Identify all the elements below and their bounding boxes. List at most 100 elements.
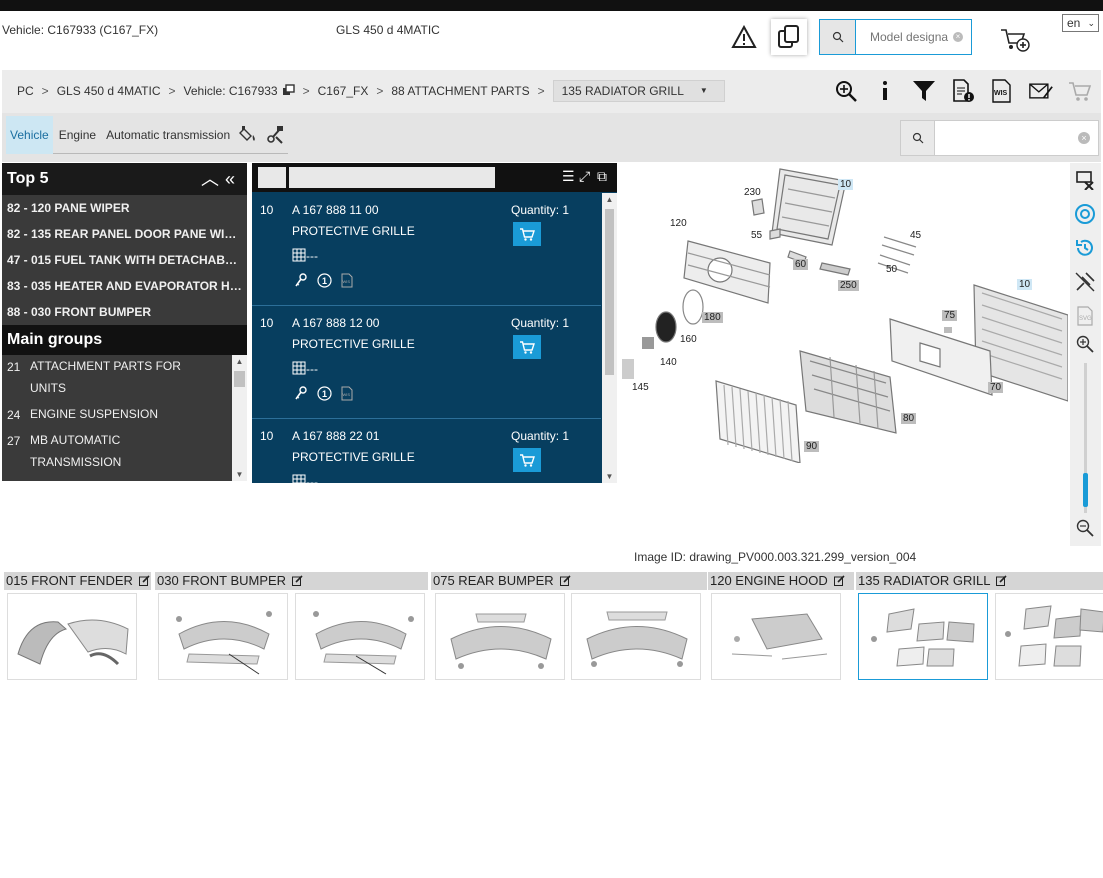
edit-icon[interactable] — [996, 575, 1008, 586]
mail-icon[interactable] — [1029, 79, 1053, 103]
table-row[interactable]: 10 A 167 888 22 01 PROTECTIVE GRILLE ---… — [252, 419, 601, 483]
add-to-cart-button[interactable] — [513, 448, 541, 472]
search-icon[interactable] — [901, 121, 935, 155]
filter-field-text[interactable] — [289, 167, 495, 188]
list-view-icon[interactable]: ☰ — [562, 168, 575, 185]
document-warning-icon[interactable] — [951, 79, 975, 103]
add-to-cart-button[interactable] — [513, 335, 541, 359]
callout-75[interactable]: 75 — [942, 310, 958, 321]
close-drawing-icon[interactable] — [1074, 169, 1096, 191]
scrollbar-thumb[interactable] — [234, 371, 245, 387]
breadcrumb-group[interactable]: 88 ATTACHMENT PARTS — [391, 84, 529, 102]
callout-180[interactable]: 180 — [702, 312, 723, 323]
add-to-cart-icon[interactable] — [1000, 27, 1030, 53]
group-header-030[interactable]: 030 FRONT BUMPER — [155, 572, 428, 590]
scroll-down-icon[interactable]: ▼ — [602, 472, 617, 481]
callout-50[interactable]: 50 — [886, 264, 897, 275]
group-header-075[interactable]: 075 REAR BUMPER — [431, 572, 707, 590]
thumbnail-front-bumper-1[interactable] — [158, 593, 288, 680]
popout-icon[interactable]: ⧉ — [597, 168, 607, 185]
callout-60[interactable]: 60 — [793, 259, 809, 270]
list-item[interactable]: 24 ENGINE SUSPENSION — [2, 403, 247, 429]
thumbnail-rear-bumper-2[interactable] — [571, 593, 701, 680]
collapse-left-icon[interactable]: « — [225, 169, 241, 189]
tools-icon[interactable] — [262, 116, 288, 154]
wis-icon[interactable]: WIS — [341, 273, 353, 288]
breadcrumb-pc[interactable]: PC — [17, 84, 34, 102]
cart-icon[interactable] — [1068, 79, 1092, 103]
footnote-icon[interactable]: 1 — [317, 386, 332, 401]
top5-item[interactable]: 88 - 030 FRONT BUMPER — [2, 299, 242, 325]
edit-icon[interactable] — [292, 575, 303, 586]
zoom-out-icon[interactable] — [1074, 517, 1096, 539]
key-icon[interactable] — [294, 386, 308, 400]
warning-icon[interactable] — [731, 24, 757, 49]
callout-145[interactable]: 145 — [632, 382, 649, 393]
callout-10b[interactable]: 10 — [1017, 279, 1033, 290]
parts-drawing[interactable]: 230 10 120 55 45 60 250 50 10 180 75 160… — [620, 163, 1069, 464]
scroll-up-icon[interactable]: ▲ — [602, 195, 617, 204]
add-to-cart-button[interactable] — [513, 222, 541, 246]
key-icon[interactable] — [294, 273, 308, 287]
history-icon[interactable] — [1074, 237, 1096, 259]
edit-icon[interactable] — [138, 575, 150, 586]
model-search-input[interactable] — [856, 20, 956, 54]
wis-icon[interactable]: WIS — [990, 79, 1014, 103]
thumbnail-front-fender[interactable] — [7, 593, 137, 680]
callout-80[interactable]: 80 — [901, 413, 917, 424]
thumbnail-radiator-grill-selected[interactable] — [858, 593, 988, 680]
callout-160[interactable]: 160 — [680, 334, 697, 345]
thumbnail-engine-hood[interactable] — [711, 593, 841, 680]
callout-250[interactable]: 250 — [838, 280, 859, 291]
clear-search-icon[interactable]: × — [1078, 132, 1090, 144]
clear-search-icon[interactable]: × — [953, 32, 963, 42]
search-icon[interactable] — [820, 20, 856, 54]
language-select[interactable]: en ⌄ — [1062, 14, 1099, 32]
list-item[interactable]: 27 MB AUTOMATIC TRANSMISSION — [2, 429, 247, 477]
callout-230[interactable]: 230 — [744, 187, 761, 198]
scroll-down-icon[interactable]: ▼ — [232, 470, 247, 479]
breadcrumb-fx[interactable]: C167_FX — [318, 84, 369, 102]
group-header-120[interactable]: 120 ENGINE HOOD — [708, 572, 854, 590]
top5-item[interactable]: 82 - 120 PANE WIPER — [2, 195, 242, 221]
svg-download-icon[interactable]: SVG — [1074, 305, 1096, 327]
filter-field-pos[interactable] — [258, 167, 286, 188]
callout-55[interactable]: 55 — [751, 230, 762, 241]
callout-70[interactable]: 70 — [988, 382, 1004, 393]
paint-icon[interactable] — [236, 116, 262, 154]
collapse-up-icon[interactable]: ︿ — [201, 169, 225, 189]
subgroup-dropdown[interactable]: 135 RADIATOR GRILL ▼ — [552, 80, 725, 102]
tab-automatic-transmission[interactable]: Automatic transmission — [102, 116, 234, 154]
zoom-slider-handle[interactable] — [1083, 473, 1088, 507]
filter-icon[interactable] — [912, 79, 936, 103]
scrollbar[interactable]: ▲ ▼ — [602, 193, 617, 483]
list-item[interactable]: 21 ATTACHMENT PARTS FOR UNITS — [2, 355, 247, 403]
tab-engine[interactable]: Engine — [55, 116, 100, 154]
grid-icon[interactable]: --- — [292, 248, 322, 264]
group-header-015[interactable]: 015 FRONT FENDER — [4, 572, 151, 590]
scroll-up-icon[interactable]: ▲ — [232, 357, 247, 366]
scrollbar[interactable]: ▲ ▼ — [232, 355, 247, 481]
zoom-in-icon[interactable] — [834, 79, 858, 103]
grid-icon[interactable]: --- — [292, 474, 322, 483]
callout-140[interactable]: 140 — [660, 357, 677, 368]
group-header-135[interactable]: 135 RADIATOR GRILL — [856, 572, 1103, 590]
wis-icon[interactable]: WIS — [341, 386, 353, 401]
top5-item[interactable]: 83 - 035 HEATER AND EVAPORATOR HOUSING — [2, 273, 242, 299]
info-icon[interactable] — [873, 79, 897, 103]
top5-item[interactable]: 82 - 135 REAR PANEL DOOR PANE WIPER — [2, 221, 242, 247]
top5-item[interactable]: 47 - 015 FUEL TANK WITH DETACHABLE PARTS — [2, 247, 242, 273]
copy-button[interactable] — [771, 19, 807, 55]
thumbnail-radiator-grill-2[interactable] — [995, 593, 1103, 680]
copy-icon[interactable] — [282, 84, 295, 96]
zoom-in-icon[interactable] — [1074, 333, 1096, 355]
tab-vehicle[interactable]: Vehicle — [6, 116, 53, 154]
unpin-icon[interactable] — [1074, 271, 1096, 293]
callout-45[interactable]: 45 — [910, 230, 921, 241]
callout-10[interactable]: 10 — [838, 179, 854, 190]
expand-icon[interactable]: ⤢ — [579, 168, 590, 185]
edit-icon[interactable] — [833, 575, 845, 586]
callout-90[interactable]: 90 — [804, 441, 820, 452]
table-row[interactable]: 10 A 167 888 12 00 PROTECTIVE GRILLE ---… — [252, 306, 601, 419]
grid-icon[interactable]: --- — [292, 361, 322, 377]
